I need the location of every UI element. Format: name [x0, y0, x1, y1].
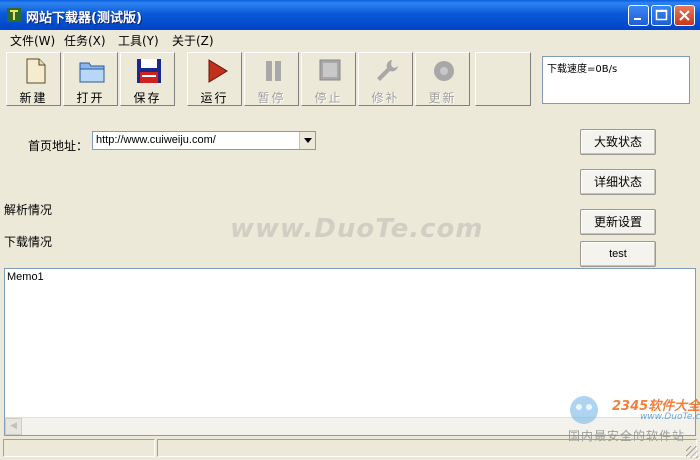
parse-status-label: 解析情况: [4, 203, 53, 217]
test-button[interactable]: test: [580, 241, 656, 267]
chevron-down-icon[interactable]: [299, 132, 315, 149]
2345-url-text: www.DuoTe.com: [640, 412, 700, 422]
app-icon: [7, 8, 21, 22]
new-button[interactable]: 新建: [6, 52, 61, 106]
summary-status-button[interactable]: 大致状态: [580, 129, 656, 155]
stop-icon: [319, 59, 341, 81]
pause-label: 暂停: [257, 91, 286, 105]
menu-about[interactable]: 关于(Z): [172, 32, 214, 49]
scroll-left-icon[interactable]: ◀: [5, 418, 22, 435]
menu-task[interactable]: 任务(X): [64, 32, 106, 49]
repair-button[interactable]: 修补: [358, 52, 413, 106]
url-value: http://www.cuiweiju.com/: [96, 134, 216, 146]
open-label: 打开: [76, 91, 105, 105]
menu-tools[interactable]: 工具(Y): [118, 32, 159, 49]
minimize-icon: [634, 18, 641, 20]
run-label: 运行: [200, 91, 229, 105]
url-combobox[interactable]: http://www.cuiweiju.com/: [92, 131, 316, 150]
menu-bar: 文件(W) 任务(X) 工具(Y) 关于(Z): [0, 30, 700, 50]
update-settings-button[interactable]: 更新设置: [580, 209, 656, 235]
close-icon: [679, 10, 690, 21]
window-title: 网站下载器(测试版): [26, 11, 142, 26]
run-button[interactable]: 运行: [187, 52, 242, 106]
new-label: 新建: [19, 91, 48, 105]
toolbar-spacer: [475, 52, 531, 106]
update-button[interactable]: 更新: [415, 52, 470, 106]
status-panel-1: [3, 439, 155, 457]
open-button[interactable]: 打开: [63, 52, 118, 106]
memo-text: Memo1: [7, 271, 44, 283]
folder-icon: [79, 62, 105, 83]
maximize-icon: [655, 9, 668, 21]
close-button[interactable]: [674, 5, 695, 26]
menu-file[interactable]: 文件(W): [10, 32, 55, 49]
pause-button[interactable]: 暂停: [244, 52, 299, 106]
status-panel-2: [157, 439, 697, 457]
duote-watermark: www.DuoTe.com: [230, 214, 484, 244]
download-speed-text: 下载速度=0B/s: [547, 64, 618, 75]
minimize-button[interactable]: [628, 5, 649, 26]
stop-label: 停止: [314, 91, 343, 105]
download-speed-display: 下载速度=0B/s: [542, 56, 690, 104]
url-label: 首页地址：: [28, 139, 89, 153]
pause-icon: [266, 61, 281, 81]
repair-label: 修补: [371, 91, 400, 105]
stop-button[interactable]: 停止: [301, 52, 356, 106]
save-button[interactable]: 保存: [120, 52, 175, 106]
update-label: 更新: [428, 91, 457, 105]
download-status-label: 下载情况: [4, 235, 53, 249]
new-file-icon: [26, 58, 46, 84]
maximize-button[interactable]: [651, 5, 672, 26]
play-run-icon: [208, 59, 228, 83]
floppy-save-icon: [137, 59, 161, 83]
resize-grip-icon[interactable]: [686, 446, 698, 458]
status-bar: [0, 437, 700, 460]
wrench-icon: [377, 60, 398, 81]
main-window: 网站下载器(测试版) 文件(W) 任务(X) 工具(Y) 关于(Z) 新建 打开…: [0, 0, 700, 460]
update-gear-icon: [434, 61, 454, 81]
save-label: 保存: [133, 91, 162, 105]
title-bar[interactable]: 网站下载器(测试版): [0, 0, 700, 30]
detail-status-button[interactable]: 详细状态: [580, 169, 656, 195]
